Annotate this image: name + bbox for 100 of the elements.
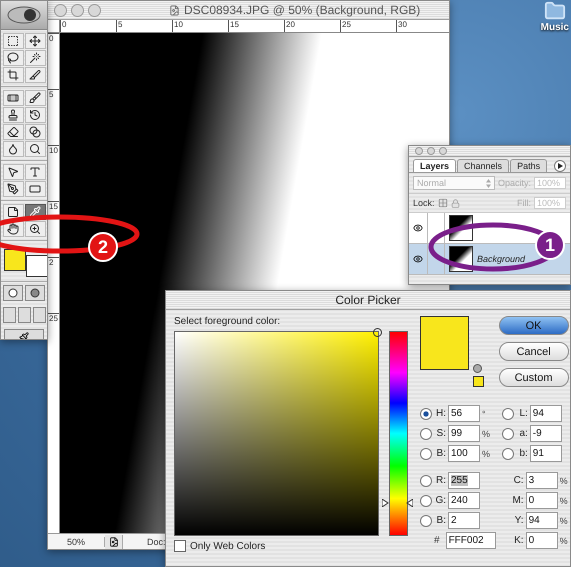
value-field[interactable]: 94 (526, 512, 558, 529)
screen-mode-button[interactable] (32, 307, 46, 323)
document-icon (169, 4, 180, 16)
history-tool[interactable] (24, 107, 46, 123)
foreground-color-swatch[interactable] (4, 249, 26, 271)
magnifier-tool[interactable] (24, 141, 46, 157)
radio-button[interactable] (420, 474, 432, 486)
eye-icon[interactable] (413, 223, 423, 233)
radio-button[interactable] (420, 494, 432, 506)
type-icon (29, 166, 41, 178)
dialog-button[interactable]: Cancel (498, 342, 569, 361)
stamp-tool[interactable] (2, 107, 24, 123)
zoom-tool[interactable] (24, 221, 46, 237)
palette-tab[interactable]: Paths (510, 159, 548, 172)
bandage-icon (7, 92, 19, 104)
wand-icon (29, 52, 41, 64)
cube-icon[interactable] (473, 364, 482, 373)
vertical-ruler: 0 5 10 15 2 25 (48, 33, 60, 533)
background-color-swatch[interactable] (26, 255, 47, 277)
brush-tool[interactable] (24, 90, 46, 106)
new-color-swatch (420, 316, 469, 370)
hue-slider-thumb[interactable] (382, 499, 413, 508)
stamp-icon (7, 109, 19, 121)
grid-icon[interactable] (438, 198, 448, 208)
radio-button[interactable] (420, 428, 432, 440)
quick-mask-button[interactable] (25, 285, 45, 301)
status-menu-button[interactable] (105, 534, 123, 548)
note-icon (7, 206, 19, 218)
value-field[interactable]: -9 (530, 425, 562, 442)
marquee-tool[interactable] (2, 33, 24, 49)
close-button[interactable] (54, 4, 67, 16)
history-icon (29, 109, 41, 121)
desktop-icon-label[interactable]: Music (540, 22, 569, 33)
stepper-icon (486, 178, 491, 188)
dialog-button[interactable]: OK (498, 316, 569, 335)
rectangle-tool[interactable] (24, 181, 46, 197)
field-label: M: (512, 495, 524, 506)
color-field[interactable] (174, 331, 379, 536)
zoom-button[interactable] (88, 4, 101, 16)
screen-mode-button[interactable] (2, 307, 16, 323)
value-field[interactable]: 255 (448, 472, 480, 489)
palette-tab[interactable]: Layers (413, 159, 456, 172)
value-field[interactable]: 94 (530, 405, 562, 422)
screen-mode-button[interactable] (18, 307, 30, 323)
field-label: B: (436, 515, 446, 526)
radio-button[interactable] (502, 408, 514, 420)
knife-tool[interactable] (24, 67, 46, 83)
radio-button[interactable] (502, 428, 514, 440)
value-field[interactable]: 0 (526, 492, 558, 509)
folder-icon[interactable] (544, 0, 566, 22)
eye-icon[interactable] (413, 254, 423, 264)
value-field[interactable]: 100 (448, 445, 480, 462)
document-icon[interactable] (108, 536, 118, 546)
bandage-tool[interactable] (2, 90, 24, 106)
unit-label: % (560, 476, 569, 486)
value-field[interactable]: 240 (448, 492, 480, 509)
zoom-button[interactable] (439, 147, 447, 155)
unit-label: % (560, 536, 569, 546)
value-field[interactable]: 91 (530, 445, 562, 462)
lasso-tool[interactable] (2, 50, 24, 66)
circle-icon (29, 288, 41, 298)
gradient-tool[interactable] (24, 124, 46, 140)
dialog-button[interactable]: Custom (498, 368, 569, 387)
minimize-button[interactable] (427, 147, 435, 155)
note-tool[interactable] (2, 204, 24, 220)
unit-label: % (482, 448, 491, 458)
hex-field[interactable]: FFF002 (446, 532, 496, 549)
radio-button[interactable] (420, 448, 432, 460)
radio-button[interactable] (420, 514, 432, 526)
move-tool[interactable] (24, 33, 46, 49)
pen-tool[interactable] (2, 181, 24, 197)
value-field[interactable]: 0 (526, 532, 558, 549)
pointer-tool[interactable] (2, 164, 24, 180)
standard-mode-button[interactable] (3, 285, 23, 301)
hue-slider[interactable] (381, 331, 416, 536)
brush-icon (19, 332, 29, 339)
field-label: b: (518, 448, 528, 459)
field-label: S: (436, 428, 446, 439)
wand-tool[interactable] (24, 50, 46, 66)
color-marker[interactable] (373, 328, 382, 337)
palette-menu-button[interactable] (554, 160, 566, 172)
web-color-swatch[interactable] (473, 376, 484, 387)
value-field[interactable]: 99 (448, 425, 480, 442)
crop-tool[interactable] (2, 67, 24, 83)
lock-label: Lock: (413, 198, 435, 208)
palette-tab[interactable]: Channels (457, 159, 510, 172)
type-tool[interactable] (24, 164, 46, 180)
triangle-icon (558, 163, 562, 169)
value-field[interactable]: 56 (448, 405, 480, 422)
only-web-colors-checkbox[interactable]: Only Web Colors (174, 540, 416, 552)
drop-tool[interactable] (2, 141, 24, 157)
value-field[interactable]: 3 (526, 472, 558, 489)
drop-icon (7, 143, 19, 155)
value-field[interactable]: 2 (448, 512, 480, 529)
rectangle-icon (29, 183, 41, 195)
radio-button[interactable] (502, 448, 514, 460)
minimize-button[interactable] (71, 4, 84, 16)
close-button[interactable] (415, 147, 423, 155)
radio-button[interactable] (420, 408, 432, 420)
eraser-tool[interactable] (2, 124, 24, 140)
